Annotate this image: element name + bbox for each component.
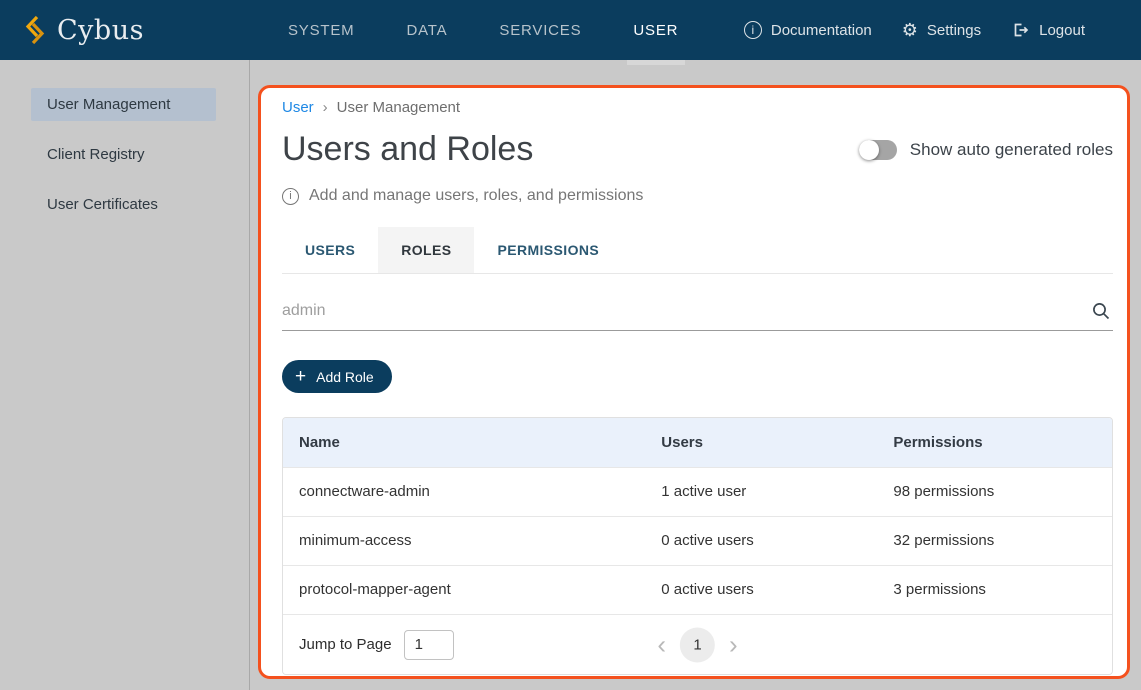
previous-page-icon[interactable]: ‹: [657, 632, 666, 658]
nav-item-system[interactable]: SYSTEM: [262, 0, 380, 60]
brand-name: Cybus: [57, 15, 144, 46]
add-role-label: Add Role: [316, 369, 374, 385]
next-page-icon[interactable]: ›: [729, 632, 738, 658]
content-panel-highlighted: User › User Management Users and Roles S…: [258, 85, 1130, 679]
sidebar-item-client-registry[interactable]: Client Registry: [31, 138, 216, 171]
tab-bar: USERS ROLES PERMISSIONS: [282, 227, 1113, 273]
page-subtitle: i Add and manage users, roles, and permi…: [282, 187, 1113, 205]
breadcrumb: User › User Management: [282, 99, 1113, 116]
toggle-thumb: [859, 140, 879, 160]
role-users-cell: 0 active users: [645, 516, 877, 565]
search-input[interactable]: [282, 302, 1091, 320]
primary-nav: SYSTEM DATA SERVICES USER: [262, 0, 704, 60]
show-auto-generated-roles-toggle[interactable]: [859, 140, 897, 160]
roles-table: Name Users Permissions connectware-admin…: [282, 417, 1113, 675]
nav-item-label: SERVICES: [499, 22, 581, 39]
toggle-label: Show auto generated roles: [910, 140, 1113, 160]
table-row[interactable]: protocol-mapper-agent 0 active users 3 p…: [283, 565, 1112, 614]
navbar-actions: i Documentation ⚙ Settings Logout: [744, 21, 1141, 39]
auto-generated-roles-toggle-group: Show auto generated roles: [859, 140, 1113, 160]
role-name-cell: connectware-admin: [283, 467, 645, 516]
column-header-name: Name: [283, 418, 645, 467]
role-name-cell: minimum-access: [283, 516, 645, 565]
nav-item-label: DATA: [406, 22, 447, 39]
settings-link[interactable]: ⚙ Settings: [902, 21, 981, 39]
column-header-permissions: Permissions: [877, 418, 1112, 467]
logout-link[interactable]: Logout: [1011, 21, 1085, 39]
info-circle-icon: i: [282, 188, 299, 205]
brand-logo[interactable]: Cybus: [0, 15, 144, 46]
top-navbar: Cybus SYSTEM DATA SERVICES USER i Docume…: [0, 0, 1141, 60]
sidebar: User Management Client Registry User Cer…: [0, 60, 250, 690]
add-role-button[interactable]: + Add Role: [282, 360, 392, 393]
documentation-link[interactable]: i Documentation: [744, 21, 872, 39]
subtitle-text: Add and manage users, roles, and permiss…: [309, 187, 643, 205]
pager: ‹ 1 ›: [657, 627, 737, 662]
breadcrumb-separator-icon: ›: [323, 99, 328, 116]
sidebar-item-user-certificates[interactable]: User Certificates: [31, 188, 216, 221]
search-icon[interactable]: [1091, 301, 1113, 321]
plus-icon: +: [295, 367, 306, 386]
settings-label: Settings: [927, 22, 981, 39]
nav-item-services[interactable]: SERVICES: [473, 0, 607, 60]
role-name-cell: protocol-mapper-agent: [283, 565, 645, 614]
tabs-divider: [282, 273, 1113, 274]
content-area: User › User Management Users and Roles S…: [250, 60, 1141, 690]
role-permissions-cell: 98 permissions: [877, 467, 1112, 516]
jump-to-page-label: Jump to Page: [299, 636, 392, 653]
table-row[interactable]: connectware-admin 1 active user 98 permi…: [283, 467, 1112, 516]
tab-roles[interactable]: ROLES: [378, 227, 474, 273]
nav-item-label: SYSTEM: [288, 22, 354, 39]
sidebar-item-user-management[interactable]: User Management: [31, 88, 216, 121]
page-title: Users and Roles: [282, 130, 533, 169]
logout-label: Logout: [1039, 22, 1085, 39]
cybus-diamond-icon: [22, 15, 48, 45]
nav-item-label: USER: [633, 22, 678, 39]
column-header-users: Users: [645, 418, 877, 467]
tab-users[interactable]: USERS: [282, 227, 378, 273]
breadcrumb-current: User Management: [337, 99, 460, 116]
documentation-label: Documentation: [771, 22, 872, 39]
current-page-button[interactable]: 1: [680, 627, 715, 662]
tab-permissions[interactable]: PERMISSIONS: [474, 227, 622, 273]
role-permissions-cell: 3 permissions: [877, 565, 1112, 614]
page-body: User Management Client Registry User Cer…: [0, 60, 1141, 690]
search-bar: [282, 292, 1113, 331]
role-permissions-cell: 32 permissions: [877, 516, 1112, 565]
gear-icon: ⚙: [902, 21, 918, 39]
nav-item-data[interactable]: DATA: [380, 0, 473, 60]
table-pagination-row: Jump to Page ‹ 1 ›: [283, 614, 1112, 674]
table-row[interactable]: minimum-access 0 active users 32 permiss…: [283, 516, 1112, 565]
table-header-row: Name Users Permissions: [283, 418, 1112, 467]
info-circle-icon: i: [744, 21, 762, 39]
breadcrumb-user-link[interactable]: User: [282, 99, 314, 116]
jump-to-page-input[interactable]: [404, 630, 454, 660]
logout-icon: [1011, 21, 1030, 39]
role-users-cell: 0 active users: [645, 565, 877, 614]
role-users-cell: 1 active user: [645, 467, 877, 516]
nav-item-user[interactable]: USER: [607, 0, 704, 60]
title-row: Users and Roles Show auto generated role…: [282, 130, 1113, 169]
